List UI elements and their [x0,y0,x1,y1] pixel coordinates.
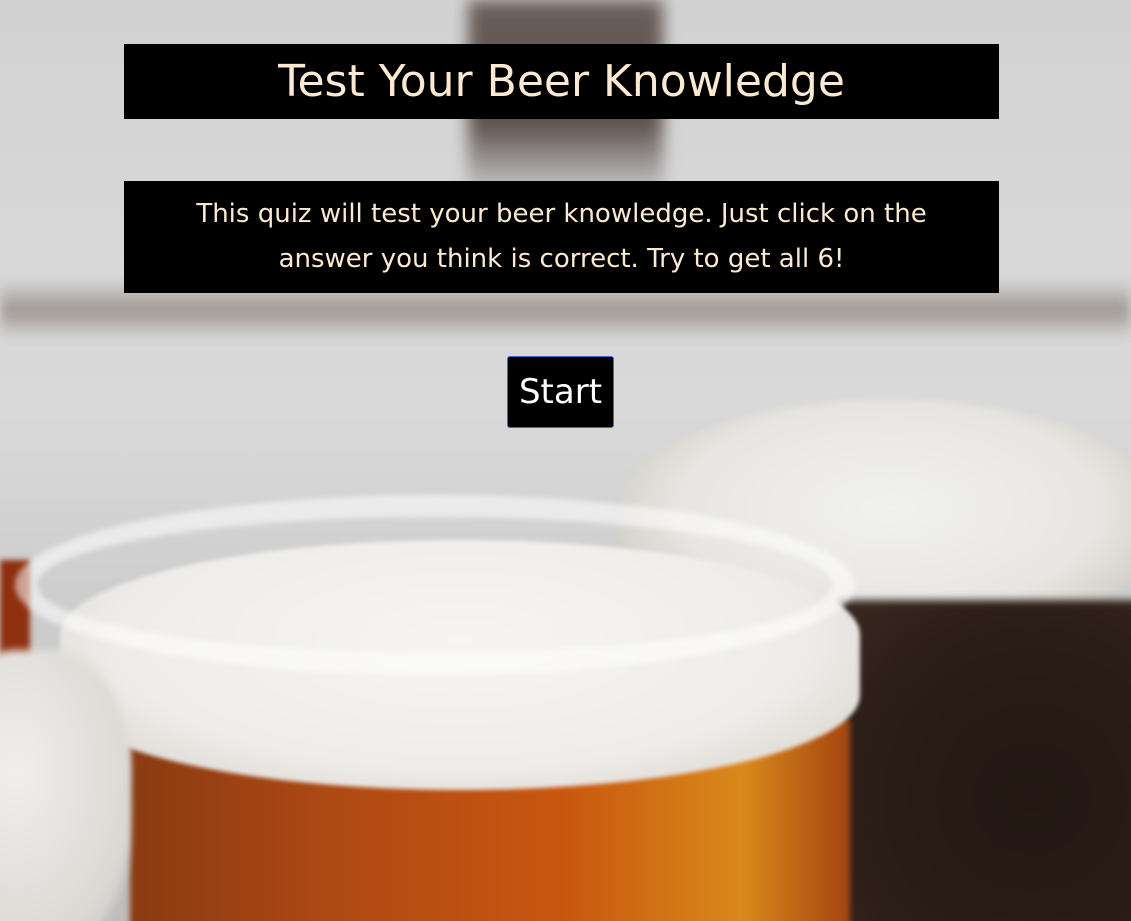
quiz-intro: Test Your Beer Knowledge This quiz will … [0,0,1131,921]
description-panel: This quiz will test your beer knowledge.… [124,181,999,293]
page-title: Test Your Beer Knowledge [278,56,845,107]
quiz-description: This quiz will test your beer knowledge.… [196,199,927,274]
title-panel: Test Your Beer Knowledge [124,44,999,119]
start-button[interactable]: Start [507,356,614,428]
quiz-page: Test Your Beer Knowledge This quiz will … [0,0,1131,921]
